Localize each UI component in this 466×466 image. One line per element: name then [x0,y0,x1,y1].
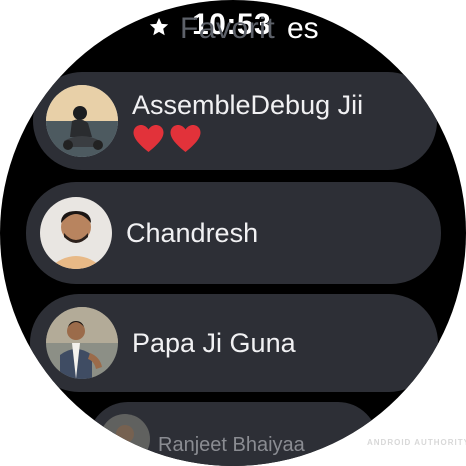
heart-emojis: ❤️❤️ [132,124,363,154]
contact-card[interactable]: Chandresh [26,182,441,284]
contact-text: AssembleDebug Jii ❤️❤️ [132,88,363,154]
avatar [100,414,150,464]
contact-card[interactable]: Ranjeet Bhaiyaa [88,402,378,466]
screen-title-ghost: Favorit [180,12,276,45]
watch-screen: Favorit 10:53 es AssembleDebug Jii Chand… [0,0,466,466]
star-icon [149,17,169,36]
heart-icon [170,125,201,152]
favorites-list: AssembleDebug Jii ❤️❤️ [0,0,466,466]
contact-card[interactable]: AssembleDebug Jii ❤️❤️ [33,72,437,170]
avatar [46,307,118,379]
screen-title-tail: es [287,12,319,45]
contact-name: Chandresh [126,218,259,248]
avatar [46,85,118,157]
contact-name: AssembleDebug Jii [132,90,364,120]
contact-name: Papa Ji Guna [132,328,296,358]
avatar [40,197,112,269]
watermark: ANDROID AUTHORITY [367,438,466,447]
contact-card[interactable]: Papa Ji Guna [30,294,438,392]
contact-name: Ranjeet Bhaiyaa [158,434,305,456]
heart-icon [133,125,164,152]
status-bar: Favorit 10:53 es [0,4,466,48]
